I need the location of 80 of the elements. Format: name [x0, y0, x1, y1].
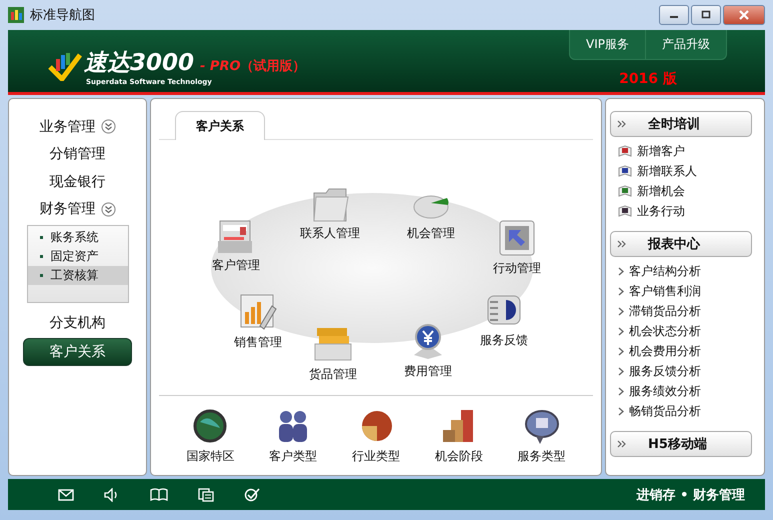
check-circle-icon[interactable]	[244, 488, 260, 502]
tab[interactable]: 客户关系	[175, 111, 265, 140]
section-title: 全时培训	[648, 116, 700, 133]
sidebar-item[interactable]: 分销管理	[50, 145, 106, 164]
report-link[interactable]: 服务绩效分析	[629, 382, 701, 400]
section-header-button[interactable]: 报表中心	[610, 231, 752, 257]
category-link[interactable]: 机会阶段	[434, 448, 483, 465]
mail-icon[interactable]	[58, 488, 74, 500]
submenu-item[interactable]: 固定资产	[28, 247, 128, 266]
report-link[interactable]: 机会费用分析	[629, 342, 701, 360]
header-tab[interactable]: 产品升级	[645, 30, 726, 59]
category-link[interactable]: 国家特区	[186, 448, 234, 465]
module-link[interactable]: 销售管理	[234, 334, 282, 351]
chevron-right-icon	[618, 306, 624, 316]
copy-icon[interactable]	[198, 488, 214, 502]
submenu-item[interactable]: 工资核算	[28, 266, 128, 285]
module-link[interactable]: 服务反馈	[480, 332, 528, 349]
chevron-right-icon	[618, 266, 624, 276]
report-link[interactable]: 机会状态分析	[629, 322, 701, 340]
report-link[interactable]: 客户结构分析	[629, 262, 701, 280]
book-icon[interactable]	[150, 488, 168, 501]
report-link[interactable]: 新增联系人	[637, 162, 697, 180]
submenu-item[interactable]: 账务系统	[28, 228, 128, 247]
report-link[interactable]: 业务行动	[637, 202, 685, 220]
report-link[interactable]: 滞销货品分析	[629, 302, 701, 320]
chevron-right-icon	[618, 406, 624, 416]
category-link[interactable]: 客户类型	[269, 448, 318, 465]
chevron-right-icon	[618, 366, 624, 376]
sidebar-item[interactable]: 业务管理	[40, 118, 96, 136]
logo-name: 速达3000	[84, 48, 194, 78]
double-chevron-icon	[617, 240, 626, 248]
sidebar-button[interactable]: 客户关系	[23, 338, 132, 366]
report-link[interactable]: 新增客户	[637, 142, 685, 160]
trial-label: （试用版）	[240, 58, 306, 74]
sidebar-item[interactable]: 现金银行	[50, 172, 106, 191]
section-title: 报表中心	[648, 236, 700, 253]
chevron-right-icon	[618, 326, 624, 336]
module-link[interactable]: 客户管理	[212, 257, 260, 274]
header-tab[interactable]: VIP服务	[570, 30, 645, 59]
submenu-label: 账务系统	[50, 229, 98, 246]
bullet-icon	[40, 255, 42, 258]
report-link[interactable]: 新增机会	[637, 182, 685, 200]
maximize-button[interactable]	[691, 5, 721, 25]
chevron-right-icon	[618, 386, 624, 396]
chevron-right-icon	[618, 286, 624, 296]
section-header-button[interactable]: H5移动端	[610, 431, 752, 457]
bar-chart-pencil-icon[interactable]	[238, 292, 278, 332]
bullet-icon	[40, 274, 42, 277]
double-chevron-icon	[617, 440, 626, 448]
expand-chevron-icon[interactable]	[100, 119, 116, 134]
bullet-icon	[40, 236, 42, 239]
module-link[interactable]: 机会管理	[407, 225, 455, 242]
double-chevron-icon	[617, 120, 626, 128]
section-header-button[interactable]: 全时培训	[610, 111, 752, 137]
chevron-right-icon	[618, 346, 624, 356]
module-link[interactable]: 行动管理	[493, 260, 541, 277]
module-link[interactable]: 货品管理	[309, 366, 357, 383]
sidebar-item[interactable]: 财务管理	[40, 200, 96, 218]
report-link[interactable]: 畅销货品分析	[629, 402, 701, 420]
close-icon	[738, 10, 750, 20]
maximize-icon	[701, 10, 711, 20]
edition-label: - PRO	[200, 58, 241, 74]
close-button[interactable]	[723, 5, 765, 25]
category-link[interactable]: 服务类型	[518, 448, 566, 465]
report-link[interactable]: 客户销售利润	[629, 282, 701, 300]
module-link[interactable]: 费用管理	[404, 363, 452, 380]
submenu-label: 工资核算	[50, 267, 98, 284]
report-link[interactable]: 服务反馈分析	[629, 362, 701, 380]
submenu-label: 固定资产	[50, 248, 98, 265]
app-logo-icon	[8, 7, 24, 23]
minimize-button[interactable]	[659, 5, 689, 25]
status-text: 进销存 • 财务管理	[636, 486, 745, 504]
category-link[interactable]: 行业类型	[352, 448, 400, 465]
version-label: 2016 版	[619, 70, 677, 88]
section-title: H5移动端	[648, 436, 707, 453]
window-title: 标准导航图	[30, 7, 95, 24]
logo-icon	[48, 51, 82, 81]
expand-chevron-icon[interactable]	[100, 202, 116, 217]
sidebar-item[interactable]: 分支机构	[50, 314, 106, 332]
module-link[interactable]: 联系人管理	[300, 225, 360, 242]
